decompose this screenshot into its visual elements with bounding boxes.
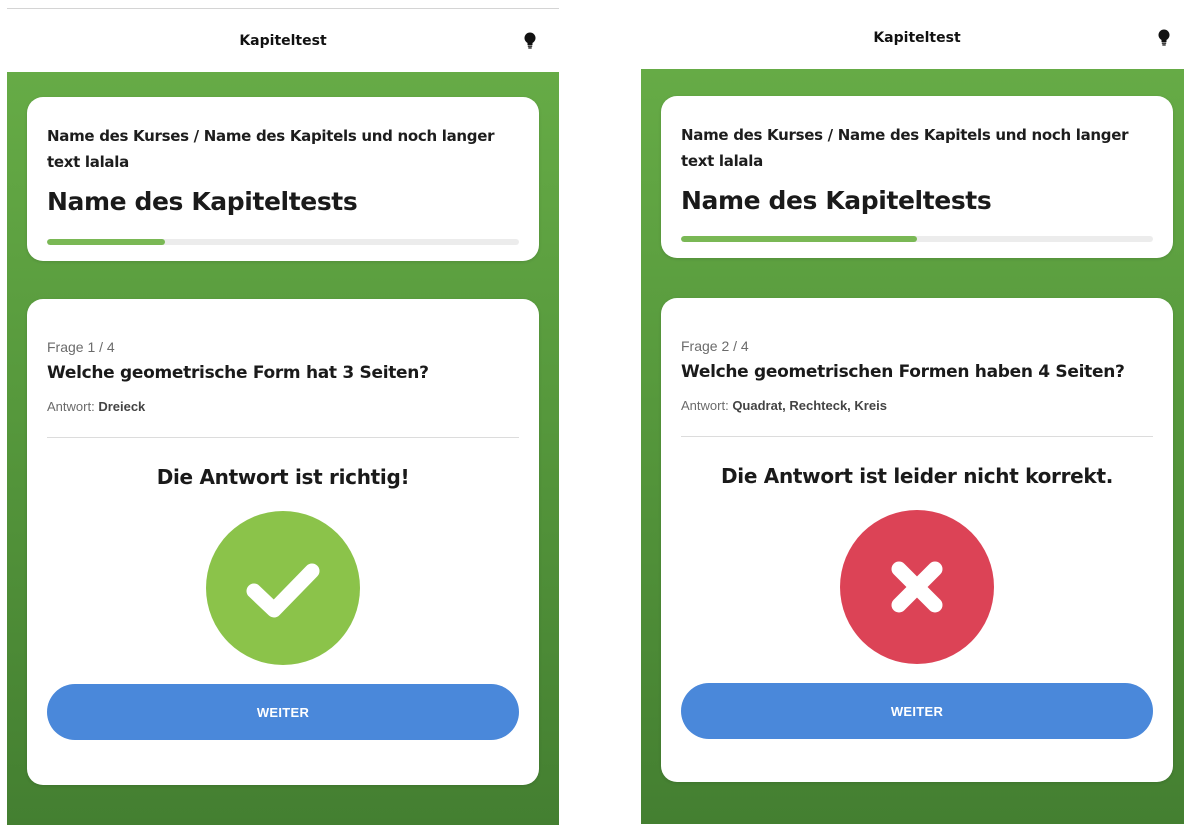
given-answer: Antwort: Dreieck <box>47 399 145 414</box>
question-text: Welche geometrische Form hat 3 Seiten? <box>47 363 429 383</box>
quiz-screen-correct: Kapiteltest Name des Kurses / Name des K… <box>7 8 559 825</box>
content-area: Name des Kurses / Name des Kapitels und … <box>7 72 559 825</box>
question-counter: Frage 1 / 4 <box>47 339 115 355</box>
lightbulb-icon[interactable] <box>1157 28 1171 48</box>
test-header-card: Name des Kurses / Name des Kapitels und … <box>27 97 539 261</box>
header-title: Kapiteltest <box>239 32 327 49</box>
question-counter: Frage 2 / 4 <box>681 338 749 354</box>
cross-icon <box>840 510 994 664</box>
app-header: Kapiteltest <box>641 6 1184 69</box>
progress-bar <box>47 239 519 245</box>
answer-value: Quadrat, Rechteck, Kreis <box>732 398 887 413</box>
given-answer: Antwort: Quadrat, Rechteck, Kreis <box>681 398 887 413</box>
answer-label: Antwort: <box>681 398 729 413</box>
checkmark-icon <box>206 511 360 665</box>
result-message: Die Antwort ist richtig! <box>156 465 410 489</box>
question-card: Frage 1 / 4 Welche geometrische Form hat… <box>27 299 539 785</box>
header-title: Kapiteltest <box>873 29 961 46</box>
progress-fill <box>681 236 917 242</box>
lightbulb-icon[interactable] <box>523 31 537 51</box>
progress-bar <box>681 236 1153 242</box>
app-header: Kapiteltest <box>7 9 559 72</box>
question-card: Frage 2 / 4 Welche geometrischen Formen … <box>661 298 1173 782</box>
weiter-button[interactable]: WEITER <box>681 683 1153 739</box>
weiter-button[interactable]: WEITER <box>47 684 519 740</box>
content-area: Name des Kurses / Name des Kapitels und … <box>641 69 1184 824</box>
result-message: Die Antwort ist leider nicht korrekt. <box>721 464 1113 488</box>
progress-fill <box>47 239 165 245</box>
divider <box>681 436 1153 437</box>
answer-value: Dreieck <box>98 399 146 414</box>
divider <box>47 437 519 438</box>
test-title: Name des Kapiteltests <box>681 186 992 215</box>
breadcrumb: Name des Kurses / Name des Kapitels und … <box>47 127 495 171</box>
answer-label: Antwort: <box>47 399 95 414</box>
quiz-screen-wrong: Kapiteltest Name des Kurses / Name des K… <box>641 6 1184 824</box>
test-header-card: Name des Kurses / Name des Kapitels und … <box>661 96 1173 258</box>
question-text: Welche geometrischen Formen haben 4 Seit… <box>681 362 1125 382</box>
breadcrumb: Name des Kurses / Name des Kapitels und … <box>681 126 1129 170</box>
test-title: Name des Kapiteltests <box>47 187 358 216</box>
